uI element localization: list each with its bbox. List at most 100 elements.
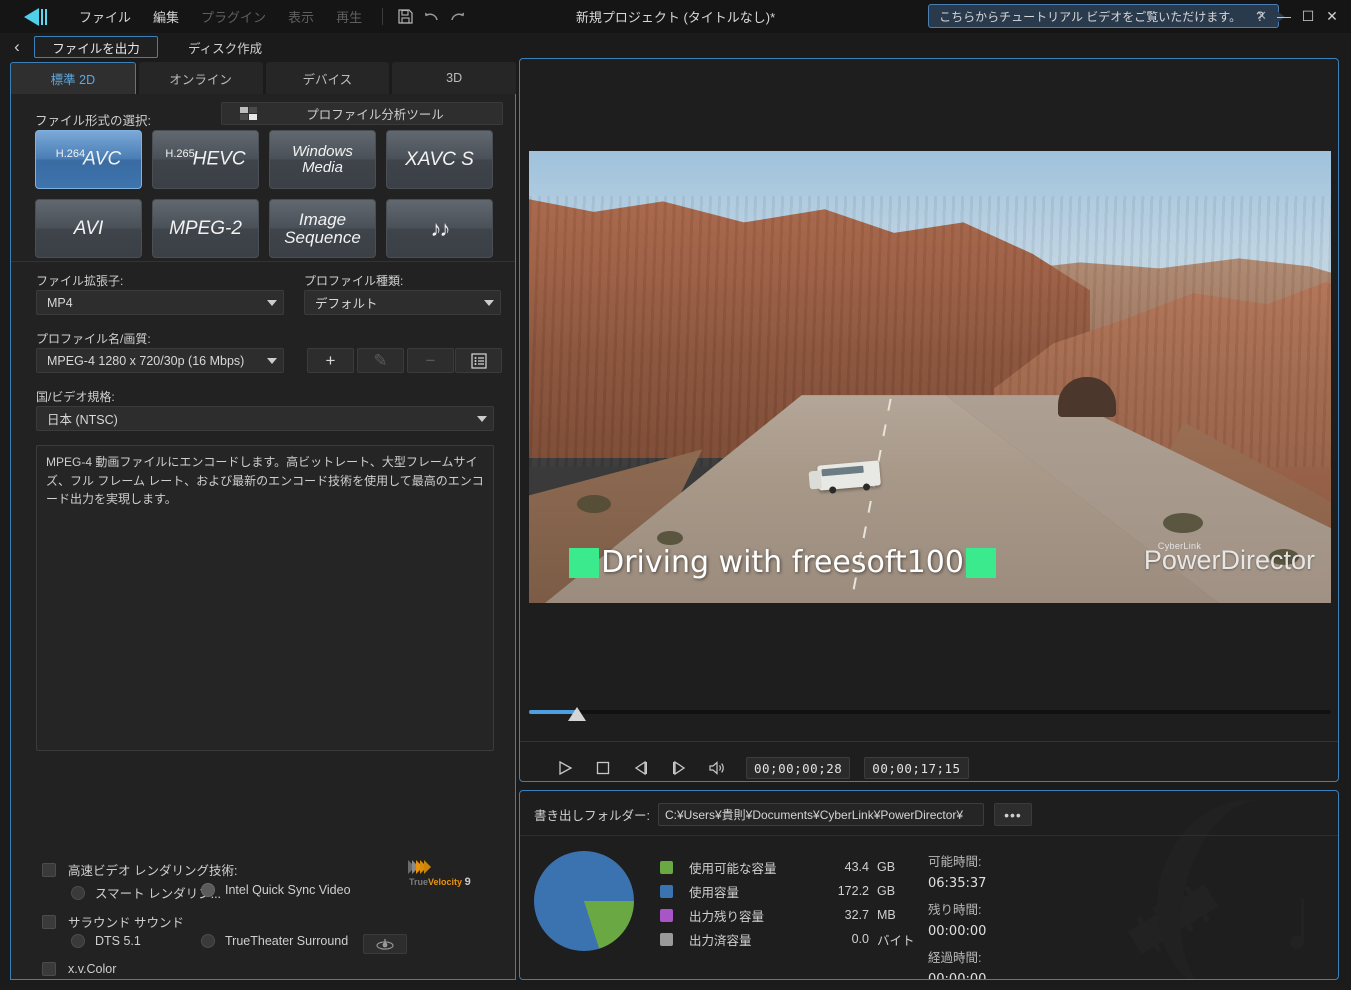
back-icon[interactable]: ‹ [0,34,34,60]
divider-formats [11,261,515,262]
fast-render-checkbox-row[interactable]: 高速ビデオ レンダリング技術: [42,860,237,879]
profile-analyzer-button[interactable]: プロファイル分析ツール [221,102,503,125]
volume-icon[interactable] [702,753,732,783]
intel-quick-sync-radio-row[interactable]: Intel Quick Sync Video [201,883,351,897]
overlay-block-right [965,547,996,578]
format-label-hevc: HEVC [192,148,246,170]
time-info: 可能時間: 06:35:37 残り時間: 00:00:00 経過時間: 00:0… [928,843,987,979]
available-time-label: 可能時間: [928,855,982,869]
format-button-audio[interactable]: ♪♪ [386,199,493,258]
menu-item-plugin: プラグイン [201,10,267,25]
xvcolor-checkbox-row[interactable]: x.v.Color [42,962,116,976]
minimize-button[interactable]: — [1273,4,1295,28]
export-settings-panel: ファイル形式の選択: プロファイル分析ツール H.264AVC H.265HEV… [10,94,516,980]
tab-device[interactable]: デバイス [265,62,390,94]
browse-folder-button[interactable]: ••• [993,803,1032,826]
scrubber-handle[interactable] [568,707,587,721]
smart-render-radio[interactable] [71,885,85,900]
smart-render-radio-row[interactable]: スマート レンダリン... [71,883,221,902]
nav-create-disc[interactable]: ディスク作成 [188,38,262,57]
fast-render-label: 高速ビデオ レンダリング技術: [68,864,238,878]
preview-scrubber[interactable] [529,699,1331,725]
tab-3d[interactable]: 3D [392,62,516,94]
current-timecode[interactable]: 00;00;00;28 [746,757,851,779]
output-folder-input[interactable]: C:¥Users¥貴則¥Documents¥CyberLink¥PowerDir… [657,803,984,826]
profile-type-value: デフォルト [315,297,378,311]
legend-unit-output-remaining: MB [877,908,896,922]
intel-quick-sync-radio[interactable] [201,883,215,897]
truevelocity-logo-icon: TrueVelocity 9 [408,860,471,892]
format-button-image-sequence[interactable]: Image Sequence [269,199,376,258]
xvcolor-label: x.v.Color [68,962,117,976]
add-profile-button[interactable]: + [307,348,354,373]
undo-icon[interactable] [418,6,444,28]
truetheater-settings-button[interactable] [363,934,407,954]
legend-value-used: 172.2 [837,884,869,898]
music-note-icon: ♪♪ [430,215,451,241]
truetheater-radio[interactable] [201,934,215,948]
overlay-title-text: Driving with freesoft100 [601,545,964,581]
tutorial-tooltip[interactable]: こちらからチュートリアル ビデオをご覧いただけます。 ✕ [928,4,1279,28]
profile-type-label: プロファイル種類: [304,274,404,288]
fast-render-checkbox[interactable] [42,862,56,877]
extension-label: ファイル拡張子: [36,274,124,288]
country-value: 日本 (NTSC) [47,413,118,427]
overlay-block-left [569,547,600,578]
legend-row-output-done: 出力済容量 0.0 バイト [660,927,917,951]
format-button-avi[interactable]: AVI [35,199,142,258]
play-icon[interactable] [550,753,580,783]
profile-name-value: MPEG-4 1280 x 720/30p (16 Mbps) [47,353,245,368]
legend-label-output-done: 出力済容量 [689,933,752,948]
xvcolor-checkbox[interactable] [42,962,56,976]
extension-dropdown[interactable]: MP4 [36,290,284,315]
remaining-time-value: 00:00:00 [928,924,987,939]
profile-name-dropdown[interactable]: MPEG-4 1280 x 720/30p (16 Mbps) [36,348,284,373]
video-preview[interactable]: Driving with freesoft100 CyberLink Power… [529,151,1331,603]
tutorial-tooltip-text: こちらからチュートリアル ビデオをご覧いただけます。 [939,9,1242,24]
prev-frame-icon[interactable] [626,753,656,783]
powerdirector-produce-window: ファイル 編集 プラグイン 表示 再生 新規プロジェクト (タイトルなし)* こ… [0,0,1351,990]
edit-profile-button: ✎ [357,348,404,373]
save-icon[interactable] [392,6,418,28]
country-dropdown[interactable]: 日本 (NTSC) [36,406,494,431]
chevron-down-icon [484,299,494,306]
legend-row-used: 使用容量 172.2 GB [660,879,917,903]
surround-checkbox-row[interactable]: サラウンド サウンド [42,912,184,931]
menu-item-edit[interactable]: 編集 [142,3,190,30]
maximize-button[interactable]: ☐ [1297,4,1319,28]
disk-usage-pie-chart [534,851,634,951]
output-info-panel: 書き出しフォルダー: C:¥Users¥貴則¥Documents¥CyberLi… [519,790,1339,980]
total-timecode[interactable]: 00;00;17;15 [864,757,969,779]
legend-label-output-remaining: 出力残り容量 [689,909,765,924]
truetheater-radio-row[interactable]: TrueTheater Surround [201,934,348,948]
surround-checkbox[interactable] [42,914,56,929]
profile-list-button[interactable] [455,348,502,373]
legend-value-output-done: 0.0 [851,932,869,946]
legend-unit-used: GB [877,884,896,898]
nav-produce-file[interactable]: ファイルを出力 [34,36,158,58]
output-folder-label: 書き出しフォルダー: [534,809,650,823]
tab-standard-2d[interactable]: 標準 2D [10,62,136,94]
format-button-hevc[interactable]: H.265HEVC [152,130,259,189]
app-logo-icon [24,7,50,26]
dts-radio[interactable] [71,934,85,948]
output-folder-row: 書き出しフォルダー: C:¥Users¥貴則¥Documents¥CyberLi… [534,803,1032,826]
format-button-mpeg2[interactable]: MPEG-2 [152,199,259,258]
dts-radio-row[interactable]: DTS 5.1 [71,934,141,948]
menu-item-file[interactable]: ファイル [68,3,142,30]
next-frame-icon[interactable] [664,753,694,783]
close-button[interactable]: ✕ [1321,4,1343,28]
profile-type-dropdown[interactable]: デフォルト [304,290,501,315]
profile-analyzer-icon [240,107,258,120]
redo-icon[interactable] [444,6,470,28]
legend-value-available: 43.4 [844,860,869,874]
format-button-windows-media[interactable]: Windows Media [269,130,376,189]
controls-divider [520,741,1338,742]
legend-value-output-remaining: 32.7 [844,908,869,922]
stop-icon[interactable] [588,753,618,783]
help-button[interactable]: ? [1249,4,1271,28]
scrubber-track[interactable] [529,710,1331,714]
format-button-avc[interactable]: H.264AVC [35,130,142,189]
format-button-xavc-s[interactable]: XAVC S [386,130,493,189]
tab-online[interactable]: オンライン [138,62,263,94]
